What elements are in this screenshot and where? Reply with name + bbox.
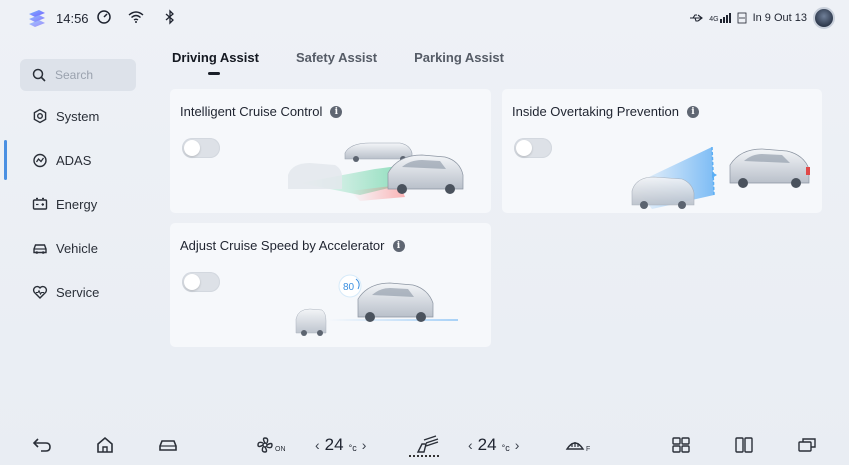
sidebar-item-label: Energy <box>56 196 98 212</box>
bottom-control-bar: ON ‹ 24 °c › ‹ 24 °c › F <box>0 425 849 465</box>
tab-driving-assist[interactable]: Driving Assist <box>172 50 259 75</box>
battery-icon <box>32 197 48 210</box>
left-temp-increase-button[interactable]: › <box>362 437 367 453</box>
network-type-label: 4G <box>709 16 719 23</box>
speed-badge-text: 80 <box>343 282 355 293</box>
gear-icon <box>33 108 47 124</box>
fan-icon <box>257 437 273 453</box>
adjust-cruise-speed-toggle[interactable] <box>182 272 220 292</box>
card-title-text: Intelligent Cruise Control <box>180 104 323 119</box>
search-icon <box>32 68 46 82</box>
card-intelligent-cruise-control: Intelligent Cruise Control i <box>170 89 491 213</box>
speedometer-icon <box>33 153 47 168</box>
cruise-control-illustration <box>288 142 464 201</box>
status-bar: 14:56 4G In 9 Out 13 <box>0 0 849 36</box>
cellular-signal-icon: 4G <box>709 13 731 23</box>
card-title: Adjust Cruise Speed by Accelerator i <box>180 238 405 253</box>
sidebar-item-label: ADAS <box>56 152 92 168</box>
right-temperature-control: ‹ 24 °c › <box>468 433 519 457</box>
heart-icon <box>32 285 48 299</box>
multi-window-button[interactable] <box>798 433 816 457</box>
speed-gauge-icon <box>97 10 111 24</box>
fan-status-icon <box>737 12 746 24</box>
sidebar-item-service[interactable]: Service <box>0 272 150 312</box>
home-icon <box>97 436 113 453</box>
sidebar-item-energy[interactable]: Energy <box>0 184 150 224</box>
card-title-text: Inside Overtaking Prevention <box>512 104 679 119</box>
app-logo-icon <box>29 10 45 27</box>
status-right-group: 4G In 9 Out 13 <box>689 7 835 29</box>
back-button[interactable] <box>32 433 52 457</box>
fan-button[interactable]: ON <box>256 433 286 457</box>
inside-overtaking-prevention-toggle[interactable] <box>514 138 552 158</box>
user-avatar[interactable] <box>813 7 835 29</box>
fan-status-label: ON <box>275 445 286 453</box>
right-temp-value: 24 <box>477 435 497 454</box>
tab-safety-assist[interactable]: Safety Assist <box>296 50 377 65</box>
cruise-speed-illustration: 80 <box>295 274 458 336</box>
seat-climate-indicator <box>409 455 441 457</box>
split-screen-button[interactable] <box>735 433 753 457</box>
card-title: Inside Overtaking Prevention i <box>512 104 699 119</box>
info-icon[interactable]: i <box>392 239 405 252</box>
card-title: Intelligent Cruise Control i <box>180 104 343 119</box>
adas-tab-bar: Driving Assist Safety Assist Parking Ass… <box>172 50 541 75</box>
sidebar-item-vehicle[interactable]: Vehicle <box>0 228 150 268</box>
sidebar-item-label: Vehicle <box>56 240 98 256</box>
sidebar-item-system[interactable]: System <box>0 96 150 136</box>
info-icon[interactable]: i <box>330 105 343 118</box>
defrost-icon <box>565 442 585 450</box>
back-arrow-icon <box>32 438 51 452</box>
grid-icon <box>672 437 690 453</box>
front-defrost-button[interactable]: F <box>565 433 590 457</box>
card-title-text: Adjust Cruise Speed by Accelerator <box>180 238 385 253</box>
split-screen-icon <box>735 437 753 453</box>
car-icon <box>159 440 177 451</box>
card-adjust-cruise-speed: Adjust Cruise Speed by Accelerator i 80 <box>170 223 491 347</box>
card-inside-overtaking-prevention: Inside Overtaking Prevention i <box>502 89 822 213</box>
left-temp-decrease-button[interactable]: ‹ <box>315 437 320 453</box>
clock-time: 14:56 <box>56 11 89 26</box>
apps-grid-button[interactable] <box>672 433 690 457</box>
car-icon <box>33 244 47 254</box>
right-temp-increase-button[interactable]: › <box>515 437 520 453</box>
sidebar-item-adas[interactable]: ADAS <box>0 140 150 180</box>
home-button[interactable] <box>96 433 114 457</box>
usb-icon <box>690 14 704 22</box>
info-icon[interactable]: i <box>686 105 699 118</box>
seat-airflow-icon <box>416 435 439 453</box>
overtaking-prevention-illustration <box>631 146 810 209</box>
bluetooth-icon <box>165 9 174 25</box>
right-temp-unit: °c <box>501 442 510 453</box>
intelligent-cruise-control-toggle[interactable] <box>182 138 220 158</box>
tab-parking-assist[interactable]: Parking Assist <box>414 50 504 65</box>
wifi-icon <box>128 11 144 23</box>
defrost-label: F <box>586 445 591 453</box>
search-placeholder: Search <box>55 68 94 82</box>
left-temperature-control: ‹ 24 °c › <box>315 433 366 457</box>
temperature-in-out: In 9 Out 13 <box>752 12 807 24</box>
left-temp-value: 24 <box>324 435 344 454</box>
search-input[interactable]: Search <box>20 59 136 91</box>
left-temp-unit: °c <box>348 442 357 453</box>
seat-climate-button[interactable] <box>412 433 440 457</box>
sidebar-item-label: Service <box>56 284 100 300</box>
window-switch-icon <box>798 438 816 452</box>
vehicle-shortcut-button[interactable] <box>158 433 178 457</box>
right-temp-decrease-button[interactable]: ‹ <box>468 437 473 453</box>
sidebar-item-label: System <box>56 108 100 124</box>
